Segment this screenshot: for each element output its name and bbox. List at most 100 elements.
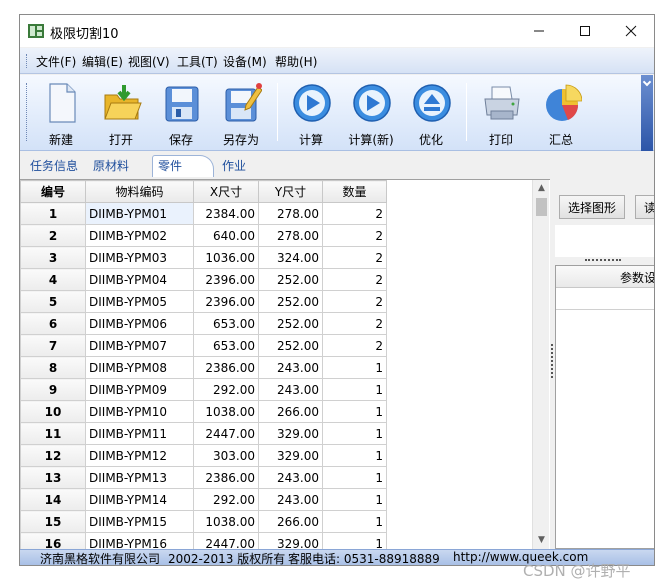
material-code-cell[interactable]: DIIMB-YPM14 (85, 488, 194, 511)
optimize-button[interactable]: 优化 (402, 79, 460, 147)
tab-raw-material[interactable]: 原材料 (93, 157, 129, 174)
scroll-down-icon[interactable]: ▼ (533, 532, 550, 549)
row-number-cell[interactable]: 5 (20, 290, 86, 313)
column-header-material-code[interactable]: 物料编码 (85, 180, 194, 203)
table-row[interactable]: 11 DIIMB-YPM11 2447.00 329.00 1 (20, 422, 387, 445)
menu-file[interactable]: 文件(F) (36, 53, 76, 70)
material-code-cell[interactable]: DIIMB-YPM04 (85, 268, 194, 291)
y-size-cell[interactable]: 243.00 (258, 466, 323, 489)
material-code-cell[interactable]: DIIMB-YPM11 (85, 422, 194, 445)
row-number-cell[interactable]: 13 (20, 466, 86, 489)
quantity-cell[interactable]: 2 (322, 202, 387, 225)
table-row[interactable]: 3 DIIMB-YPM03 1036.00 324.00 2 (20, 246, 387, 269)
y-size-cell[interactable]: 324.00 (258, 246, 323, 269)
y-size-cell[interactable]: 278.00 (258, 224, 323, 247)
save-button[interactable]: 保存 (152, 79, 210, 147)
x-size-cell[interactable]: 1038.00 (193, 510, 259, 533)
x-size-cell[interactable]: 2396.00 (193, 290, 259, 313)
tab-task-info[interactable]: 任务信息 (30, 157, 78, 174)
y-size-cell[interactable]: 266.00 (258, 510, 323, 533)
material-code-cell[interactable]: DIIMB-YPM05 (85, 290, 194, 313)
menu-view[interactable]: 视图(V) (128, 53, 170, 70)
tab-job[interactable]: 作业 (222, 157, 246, 174)
horizontal-splitter-grip[interactable] (585, 259, 621, 261)
row-number-cell[interactable]: 11 (20, 422, 86, 445)
y-size-cell[interactable]: 329.00 (258, 444, 323, 467)
calculate-button[interactable]: 计算 (282, 79, 340, 147)
y-size-cell[interactable]: 243.00 (258, 488, 323, 511)
x-size-cell[interactable]: 653.00 (193, 334, 259, 357)
table-row[interactable]: 16 DIIMB-YPM16 2447.00 329.00 1 (20, 532, 387, 549)
row-number-cell[interactable]: 12 (20, 444, 86, 467)
material-code-cell[interactable]: DIIMB-YPM06 (85, 312, 194, 335)
material-code-cell[interactable]: DIIMB-YPM12 (85, 444, 194, 467)
print-button[interactable]: 打印 (472, 79, 530, 147)
save-as-button[interactable]: 另存为 (212, 79, 270, 147)
read-button[interactable]: 读 (635, 195, 654, 219)
table-row[interactable]: 10 DIIMB-YPM10 1038.00 266.00 1 (20, 400, 387, 423)
menu-tools[interactable]: 工具(T) (177, 53, 218, 70)
x-size-cell[interactable]: 2386.00 (193, 466, 259, 489)
y-size-cell[interactable]: 329.00 (258, 532, 323, 549)
open-button[interactable]: 打开 (92, 79, 150, 147)
material-code-cell[interactable]: DIIMB-YPM13 (85, 466, 194, 489)
menu-device[interactable]: 设备(M) (223, 53, 267, 70)
x-size-cell[interactable]: 640.00 (193, 224, 259, 247)
table-row[interactable]: 1 DIIMB-YPM01 2384.00 278.00 2 (20, 202, 387, 225)
column-header-y-size[interactable]: Y尺寸 (258, 180, 323, 203)
summary-button[interactable]: 汇总 (532, 79, 590, 147)
x-size-cell[interactable]: 2386.00 (193, 356, 259, 379)
title-bar[interactable]: 极限切割10 (20, 15, 654, 47)
row-number-cell[interactable]: 14 (20, 488, 86, 511)
quantity-cell[interactable]: 2 (322, 224, 387, 247)
y-size-cell[interactable]: 252.00 (258, 268, 323, 291)
menu-edit[interactable]: 编辑(E) (82, 53, 123, 70)
material-code-cell[interactable]: DIIMB-YPM15 (85, 510, 194, 533)
tab-parts[interactable]: 零件 (158, 157, 182, 174)
x-size-cell[interactable]: 653.00 (193, 312, 259, 335)
material-code-cell[interactable]: DIIMB-YPM16 (85, 532, 194, 549)
y-size-cell[interactable]: 266.00 (258, 400, 323, 423)
material-code-cell[interactable]: DIIMB-YPM02 (85, 224, 194, 247)
grid-vertical-scrollbar[interactable]: ▲ ▼ (532, 180, 549, 549)
scroll-thumb[interactable] (536, 198, 547, 216)
quantity-cell[interactable]: 1 (322, 356, 387, 379)
x-size-cell[interactable]: 2384.00 (193, 202, 259, 225)
row-number-cell[interactable]: 8 (20, 356, 86, 379)
x-size-cell[interactable]: 2447.00 (193, 422, 259, 445)
x-size-cell[interactable]: 2396.00 (193, 268, 259, 291)
y-size-cell[interactable]: 252.00 (258, 312, 323, 335)
close-button[interactable] (608, 15, 654, 47)
row-number-cell[interactable]: 3 (20, 246, 86, 269)
table-row[interactable]: 15 DIIMB-YPM15 1038.00 266.00 1 (20, 510, 387, 533)
row-number-cell[interactable]: 6 (20, 312, 86, 335)
table-row[interactable]: 6 DIIMB-YPM06 653.00 252.00 2 (20, 312, 387, 335)
menu-help[interactable]: 帮助(H) (275, 53, 317, 70)
row-number-cell[interactable]: 2 (20, 224, 86, 247)
x-size-cell[interactable]: 303.00 (193, 444, 259, 467)
table-row[interactable]: 4 DIIMB-YPM04 2396.00 252.00 2 (20, 268, 387, 291)
row-number-cell[interactable]: 16 (20, 532, 86, 549)
y-size-cell[interactable]: 278.00 (258, 202, 323, 225)
x-size-cell[interactable]: 292.00 (193, 378, 259, 401)
quantity-cell[interactable]: 1 (322, 510, 387, 533)
quantity-cell[interactable]: 1 (322, 422, 387, 445)
quantity-cell[interactable]: 2 (322, 334, 387, 357)
material-code-cell[interactable]: DIIMB-YPM10 (85, 400, 194, 423)
table-row[interactable]: 9 DIIMB-YPM09 292.00 243.00 1 (20, 378, 387, 401)
table-row[interactable]: 2 DIIMB-YPM02 640.00 278.00 2 (20, 224, 387, 247)
y-size-cell[interactable]: 243.00 (258, 378, 323, 401)
row-number-cell[interactable]: 4 (20, 268, 86, 291)
column-header-quantity[interactable]: 数量 (322, 180, 387, 203)
quantity-cell[interactable]: 1 (322, 400, 387, 423)
column-header-number[interactable]: 编号 (20, 180, 86, 203)
row-number-cell[interactable]: 7 (20, 334, 86, 357)
table-row[interactable]: 13 DIIMB-YPM13 2386.00 243.00 1 (20, 466, 387, 489)
table-row[interactable]: 7 DIIMB-YPM07 653.00 252.00 2 (20, 334, 387, 357)
x-size-cell[interactable]: 1038.00 (193, 400, 259, 423)
x-size-cell[interactable]: 1036.00 (193, 246, 259, 269)
column-header-x-size[interactable]: X尺寸 (193, 180, 259, 203)
quantity-cell[interactable]: 1 (322, 466, 387, 489)
table-row[interactable]: 14 DIIMB-YPM14 292.00 243.00 1 (20, 488, 387, 511)
calculate-new-button[interactable]: 计算(新) (342, 79, 400, 147)
